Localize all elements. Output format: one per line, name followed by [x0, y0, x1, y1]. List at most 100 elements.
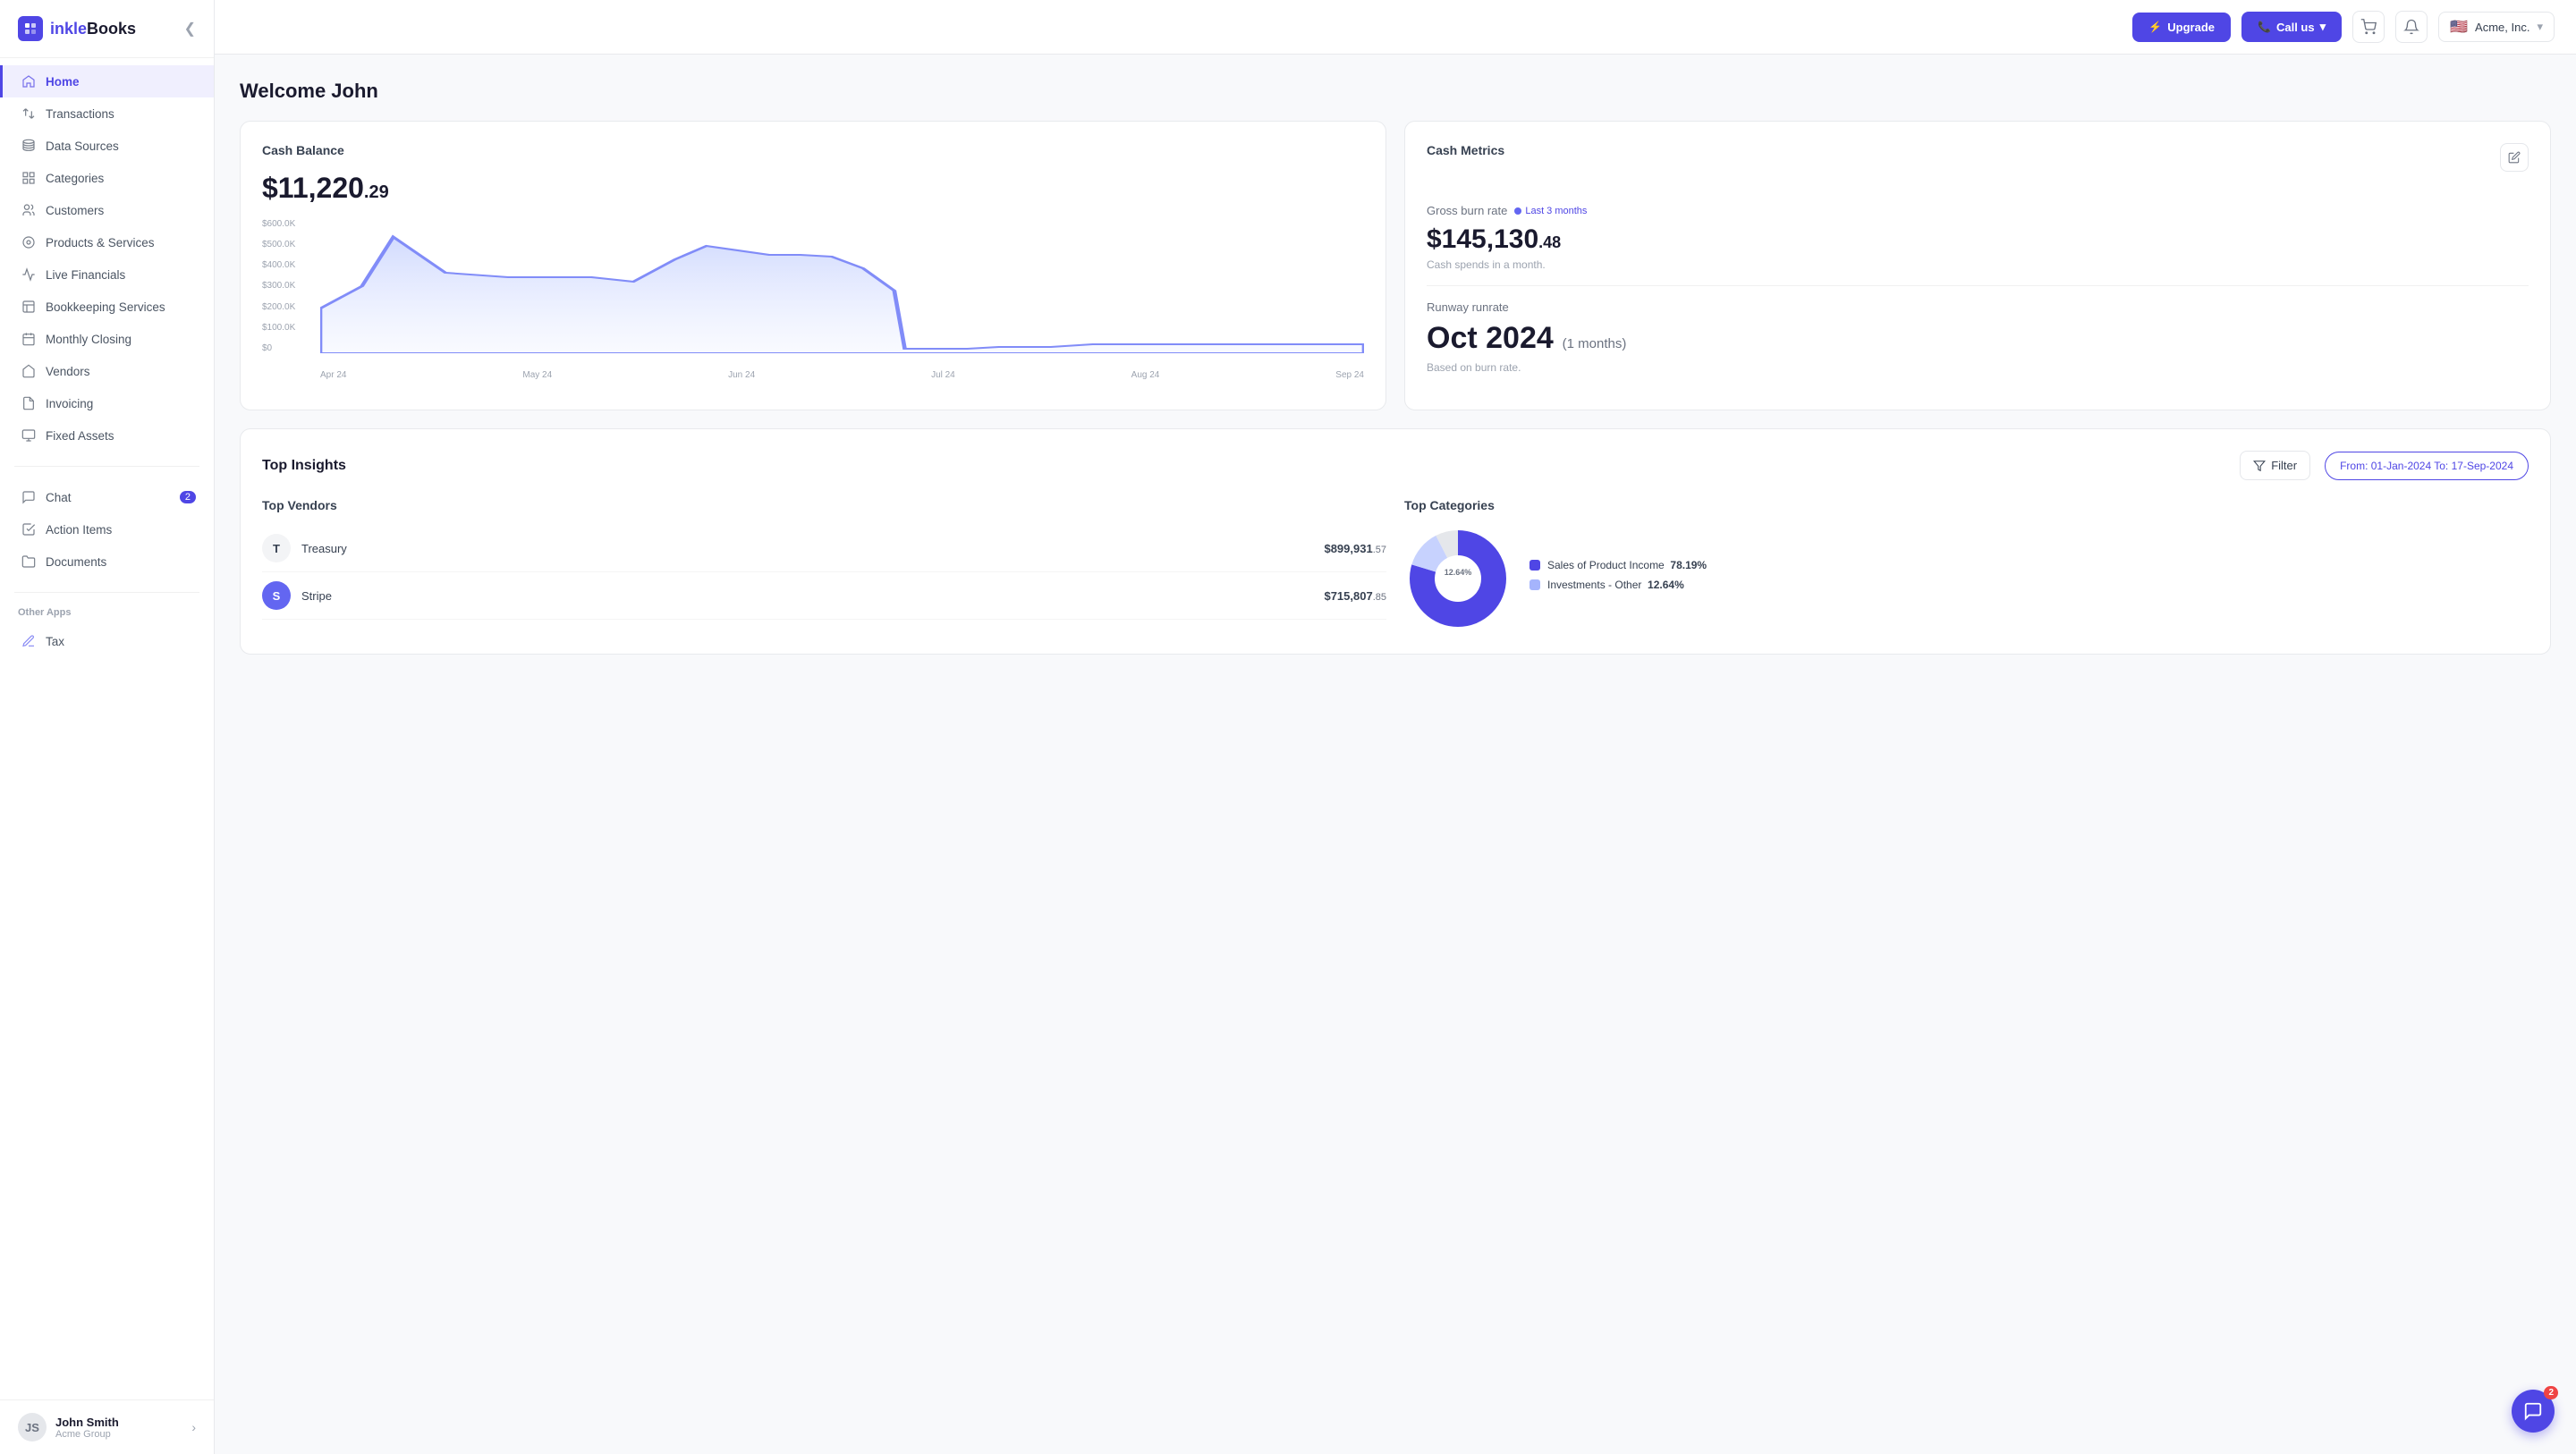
- home-icon: [21, 73, 37, 89]
- table-row: S Stripe $715,807.85: [262, 572, 1386, 620]
- edit-metrics-button[interactable]: [2500, 143, 2529, 172]
- cash-balance-chart: $600.0K $500.0K $400.0K $300.0K $200.0K …: [262, 219, 1364, 380]
- user-profile-chevron: ›: [191, 1420, 196, 1434]
- call-us-label: Call us: [2276, 21, 2315, 34]
- chat-float-badge: 2: [2544, 1386, 2558, 1399]
- date-range-button[interactable]: From: 01-Jan-2024 To: 17-Sep-2024: [2325, 452, 2529, 480]
- live-financials-icon: [21, 266, 37, 283]
- call-us-button[interactable]: Call us ▾: [2241, 12, 2342, 42]
- legend-item-sales: Sales of Product Income 78.19%: [1530, 559, 1707, 571]
- other-apps-divider: [14, 592, 199, 593]
- customers-icon: [21, 202, 37, 218]
- sidebar-item-products-services[interactable]: Products & Services: [0, 226, 214, 258]
- gross-burn-rate-section: Gross burn rate Last 3 months $145,130.4…: [1427, 190, 2529, 286]
- legend-item-investments: Investments - Other 12.64%: [1530, 579, 1707, 591]
- user-profile[interactable]: JS John Smith Acme Group ›: [0, 1399, 214, 1454]
- gross-burn-amount: $145,130.48: [1427, 224, 2529, 255]
- chart-y-label-7: $0: [262, 343, 316, 353]
- top-categories-title: Top Categories: [1404, 498, 2529, 512]
- insights-header: Top Insights Filter From: 01-Jan-2024 To…: [262, 451, 2529, 480]
- action-items-icon: [21, 521, 37, 537]
- top-insights-section: Top Insights Filter From: 01-Jan-2024 To…: [240, 428, 2551, 655]
- chart-x-aug: Aug 24: [1131, 370, 1160, 380]
- gross-burn-rate-label: Gross burn rate: [1427, 204, 1507, 217]
- sidebar-item-bookkeeping-services[interactable]: Bookkeeping Services: [0, 291, 214, 323]
- sidebar-item-customers[interactable]: Customers: [0, 194, 214, 226]
- company-name: Acme, Inc.: [2475, 21, 2529, 34]
- sidebar-item-documents-label: Documents: [46, 555, 106, 569]
- sidebar-item-vendors[interactable]: Vendors: [0, 355, 214, 387]
- user-name: John Smith: [55, 1416, 119, 1429]
- top-vendors-title: Top Vendors: [262, 498, 1386, 512]
- sidebar-item-tax[interactable]: Tax: [0, 625, 214, 657]
- chart-x-may: May 24: [522, 370, 552, 380]
- chart-legend: Sales of Product Income 78.19% Investmen…: [1530, 559, 1707, 598]
- content-area: Welcome John Cash Balance $11,220.29 $60…: [215, 55, 2576, 1454]
- gross-burn-cents: .48: [1538, 233, 1561, 251]
- sidebar-item-action-items[interactable]: Action Items: [0, 513, 214, 545]
- notifications-button[interactable]: [2395, 11, 2428, 43]
- other-apps-heading: Other Apps: [0, 600, 214, 625]
- cart-button[interactable]: [2352, 11, 2385, 43]
- sidebar-item-live-financials[interactable]: Live Financials: [0, 258, 214, 291]
- sidebar-item-home-label: Home: [46, 75, 80, 89]
- chart-y-label-3: $400.0K: [262, 260, 316, 270]
- period-badge: Last 3 months: [1514, 206, 1587, 216]
- cash-balance-amount: $11,220.29: [262, 172, 1364, 205]
- balance-whole: $11,220: [262, 172, 364, 204]
- chart-y-label-2: $500.0K: [262, 240, 316, 249]
- sidebar-item-data-sources-label: Data Sources: [46, 139, 119, 153]
- bookkeeping-icon: [21, 299, 37, 315]
- legend-dot-investments: [1530, 579, 1540, 590]
- chart-y-label-4: $300.0K: [262, 281, 316, 291]
- invoicing-icon: [21, 395, 37, 411]
- runway-value: Oct 2024: [1427, 321, 1554, 355]
- chart-x-sep: Sep 24: [1335, 370, 1364, 380]
- sidebar-item-action-items-label: Action Items: [46, 523, 112, 537]
- data-sources-icon: [21, 138, 37, 154]
- sidebar-item-monthly-closing[interactable]: Monthly Closing: [0, 323, 214, 355]
- sidebar-item-products-services-label: Products & Services: [46, 236, 155, 249]
- nav-main: Home Transactions Data Sources Categorie…: [0, 58, 214, 459]
- transactions-icon: [21, 106, 37, 122]
- topbar: Upgrade Call us ▾ 🇺🇸 Acme, Inc. ▾: [215, 0, 2576, 55]
- donut-chart: 12.64%: [1404, 525, 1512, 632]
- upgrade-button[interactable]: Upgrade: [2132, 13, 2231, 42]
- insights-grid: Top Vendors T Treasury $899,931.57 S Str…: [262, 498, 2529, 632]
- logo-inkle: inkle: [50, 20, 87, 38]
- chart-y-axis: $600.0K $500.0K $400.0K $300.0K $200.0K …: [262, 219, 316, 353]
- chat-float-button[interactable]: 2: [2512, 1390, 2555, 1433]
- sidebar-item-data-sources[interactable]: Data Sources: [0, 130, 214, 162]
- nav-bottom: Chat 2 Action Items Documents: [0, 474, 214, 585]
- runway-row: Oct 2024 (1 months): [1427, 321, 2529, 356]
- sidebar-item-fixed-assets[interactable]: Fixed Assets: [0, 419, 214, 452]
- categories-icon: [21, 170, 37, 186]
- runway-section: Runway runrate Oct 2024 (1 months) Based…: [1427, 286, 2529, 388]
- vendor-amount-treasury: $899,931.57: [1324, 542, 1386, 555]
- metrics-header: Cash Metrics: [1427, 143, 2529, 172]
- chart-y-label-6: $100.0K: [262, 323, 316, 333]
- filter-button[interactable]: Filter: [2240, 451, 2310, 480]
- sidebar-item-fixed-assets-label: Fixed Assets: [46, 429, 114, 443]
- sidebar-item-transactions[interactable]: Transactions: [0, 97, 214, 130]
- chart-y-label-1: $600.0K: [262, 219, 316, 229]
- sidebar-item-chat[interactable]: Chat 2: [0, 481, 214, 513]
- sidebar-item-documents[interactable]: Documents: [0, 545, 214, 578]
- sidebar-item-categories[interactable]: Categories: [0, 162, 214, 194]
- company-selector[interactable]: 🇺🇸 Acme, Inc. ▾: [2438, 12, 2555, 42]
- sidebar-item-vendors-label: Vendors: [46, 365, 90, 378]
- table-row: T Treasury $899,931.57: [262, 525, 1386, 572]
- collapse-button[interactable]: ❮: [184, 20, 196, 38]
- nav-divider: [14, 466, 199, 467]
- sidebar-item-transactions-label: Transactions: [46, 107, 114, 121]
- sidebar-item-bookkeeping-label: Bookkeeping Services: [46, 300, 165, 314]
- chat-badge: 2: [180, 491, 196, 503]
- sidebar-item-home[interactable]: Home: [0, 65, 214, 97]
- runway-desc: Based on burn rate.: [1427, 361, 2529, 374]
- legend-label-sales: Sales of Product Income 78.19%: [1547, 559, 1707, 571]
- monthly-closing-icon: [21, 331, 37, 347]
- period-dot: [1514, 207, 1521, 215]
- logo-icon: [18, 16, 43, 41]
- sidebar-item-invoicing[interactable]: Invoicing: [0, 387, 214, 419]
- app-name: inkleBooks: [50, 20, 136, 38]
